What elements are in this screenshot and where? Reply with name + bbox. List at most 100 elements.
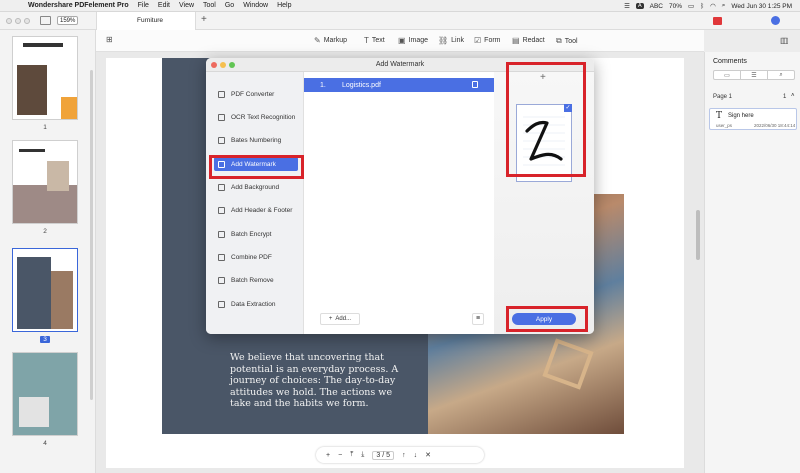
menu-help[interactable]: Help [277, 2, 291, 9]
current-page: 3 [376, 451, 381, 459]
plus-icon: + [328, 316, 333, 322]
markup-label: Markup [323, 37, 348, 44]
zoom-select[interactable]: 159% [57, 16, 79, 25]
app-name-menu[interactable]: Wondershare PDFelement Pro [28, 2, 129, 9]
sidebar-item-pdf-converter[interactable]: PDF Converter [206, 87, 304, 101]
highlight-watermark-preview [506, 62, 586, 177]
toolbox-icon: ⧉ [556, 36, 562, 45]
sidebar-item-header-footer[interactable]: Add Header & Footer [206, 203, 304, 217]
form-label: Form [484, 37, 501, 44]
search-icon[interactable]: ⌕ [722, 2, 726, 10]
comment-date: 2022/06/30 18:44:14 [754, 123, 796, 128]
panel-toggle-icon-right[interactable]: ◫ [781, 36, 789, 45]
form-button[interactable]: ☑ Form [474, 36, 501, 45]
collapse-chevron-icon[interactable]: ˄ [791, 93, 795, 99]
new-tab-icon[interactable]: + [201, 14, 207, 25]
battery-icon[interactable]: ▭ [688, 2, 694, 10]
thumbnail-scrollbar[interactable] [90, 70, 93, 400]
background-icon [218, 183, 225, 191]
menu-edit[interactable]: Edit [158, 2, 170, 9]
sidebar-item-combine-pdf[interactable]: Combine PDF [206, 250, 304, 264]
sidebar-item-data-extraction[interactable]: Data Extraction [206, 297, 304, 311]
text-icon: T [364, 36, 369, 45]
comments-tabs: ▭ ☰ ⌕ [713, 70, 795, 80]
page-number-input[interactable]: 3 / 5 [372, 450, 395, 460]
sidebar-item-ocr[interactable]: OCR Text Recognition [206, 110, 304, 124]
tool-button[interactable]: ⧉ Tool [556, 36, 578, 46]
add-files-button[interactable]: + Add... [320, 313, 360, 325]
zoom-window-button[interactable] [24, 17, 30, 24]
batch-tool-sidebar: PDF Converter OCR Text Recognition Bates… [206, 72, 304, 334]
input-source-icon[interactable]: A [635, 3, 644, 9]
sidebar-item-batch-remove[interactable]: Batch Remove [206, 273, 304, 287]
wifi-icon[interactable]: ◠ [710, 2, 716, 10]
grid-view-icon[interactable]: ⊞ [106, 35, 113, 44]
user-avatar-icon[interactable] [771, 16, 780, 25]
total-pages: 5 [386, 451, 391, 459]
tool-label: Tool [564, 37, 578, 45]
close-window-button[interactable] [6, 17, 12, 24]
menu-view[interactable]: View [179, 2, 194, 9]
highlight-add-watermark [209, 155, 304, 179]
prev-page-icon[interactable]: ↑ [402, 452, 406, 459]
redact-button[interactable]: ▤ Redact [512, 36, 545, 45]
markup-button[interactable]: ✎ Markup [314, 36, 347, 45]
document-scrollbar[interactable] [696, 210, 700, 260]
thumbnail-label-1: 1 [43, 124, 47, 131]
tab-comments-list[interactable]: ▭ [714, 71, 741, 79]
zoom-in-icon[interactable]: + [326, 452, 330, 459]
clock[interactable]: Wed Jun 30 1:25 PM [731, 3, 792, 10]
close-nav-icon[interactable]: ✕ [425, 451, 431, 459]
tab-furniture[interactable]: Furniture [96, 12, 196, 30]
control-center-icon[interactable]: ☰ [624, 2, 630, 10]
text-button[interactable]: T Text [364, 36, 385, 45]
sidebar-label-background: Add Background [231, 183, 280, 191]
tab-comments-search[interactable]: ⌕ [768, 71, 794, 79]
menu-tool[interactable]: Tool [203, 2, 216, 9]
combine-icon [218, 253, 225, 261]
gift-icon[interactable] [713, 17, 722, 25]
link-button[interactable]: ⛓ Link [438, 36, 464, 45]
dialog-zoom-button[interactable] [229, 62, 235, 68]
zoom-out-icon[interactable]: − [338, 452, 342, 459]
sidebar-item-batch-encrypt[interactable]: Batch Encrypt [206, 227, 304, 241]
page-thumbnail-1[interactable] [12, 36, 78, 120]
first-page-icon[interactable]: ⤒ [350, 451, 353, 459]
link-icon: ⛓ [438, 36, 449, 45]
minimize-window-button[interactable] [15, 17, 21, 24]
comments-count: 1 [783, 94, 787, 100]
extract-icon [218, 300, 225, 308]
battery-percent[interactable]: 70% [669, 3, 682, 10]
list-options-button[interactable]: ≡ [472, 313, 484, 325]
bluetooth-icon[interactable]: ᛒ [700, 3, 704, 10]
input-source-label[interactable]: ABC [650, 3, 663, 10]
quote-text: We believe that uncovering that potentia… [230, 352, 399, 409]
trash-icon [218, 276, 225, 284]
file-row[interactable]: 1. Logistics.pdf [304, 78, 494, 92]
sidebar-label-bates: Bates Numbering [231, 136, 282, 144]
thumbnail-label-3: 3 [40, 336, 50, 343]
sidebar-toggle-icon[interactable] [40, 16, 51, 25]
comment-card[interactable]: T Sign here user_ps 2022/06/30 18:44:14 [709, 108, 797, 130]
page-navigation: + − ⤒ ⤓ 3 / 5 ↑ ↓ ✕ [316, 447, 484, 463]
page-thumbnail-4[interactable] [12, 352, 78, 436]
sidebar-label-encrypt: Batch Encrypt [231, 230, 272, 238]
image-button[interactable]: ▣ Image [398, 36, 428, 45]
sidebar-item-bates-numbering[interactable]: Bates Numbering [206, 133, 304, 147]
page-thumbnail-3[interactable] [12, 248, 78, 332]
highlight-apply-button [506, 306, 588, 332]
page-thumbnail-2[interactable] [12, 140, 78, 224]
add-files-label: Add... [335, 316, 352, 322]
menu-go[interactable]: Go [225, 2, 234, 9]
sidebar-item-add-background[interactable]: Add Background [206, 180, 304, 194]
last-page-icon[interactable]: ⤓ [361, 451, 364, 459]
header-footer-icon [218, 206, 225, 214]
tab-comments-filter[interactable]: ☰ [741, 71, 768, 79]
link-label: Link [451, 37, 464, 44]
dialog-minimize-button[interactable] [220, 62, 226, 68]
dialog-close-button[interactable] [211, 62, 217, 68]
next-page-icon[interactable]: ↓ [414, 452, 418, 459]
file-edit-icon[interactable] [472, 81, 478, 88]
menu-file[interactable]: File [138, 2, 149, 9]
menu-window[interactable]: Window [243, 2, 268, 9]
